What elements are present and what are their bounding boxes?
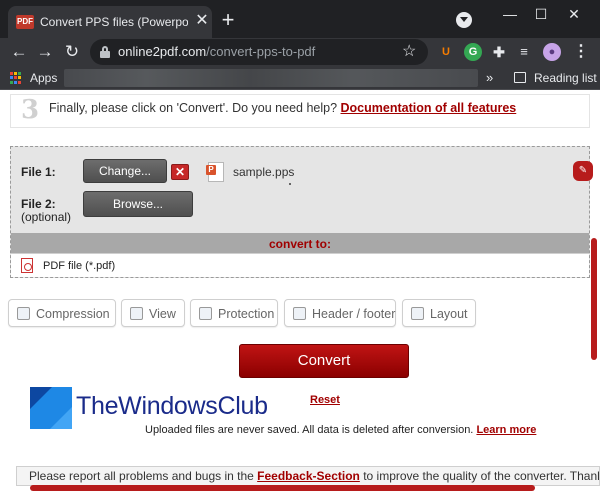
step-3-panel: 3 Finally, please click on 'Convert'. Do… (10, 94, 590, 128)
bookmarks-bar: Apps » Reading list (0, 66, 600, 90)
output-format-label: PDF file (*.pdf) (43, 260, 116, 272)
vertical-scrollbar[interactable] (591, 238, 597, 360)
reload-button[interactable]: ↻ (61, 41, 83, 63)
tab-compression-label: Compression (36, 307, 110, 321)
remove-file-icon[interactable]: ✕ (171, 164, 189, 180)
address-bar[interactable]: online2pdf.com/convert-pps-to-pdf ☆ (90, 39, 428, 65)
close-window-button[interactable]: ✕ (564, 4, 584, 24)
url-text[interactable]: online2pdf.com/convert-pps-to-pdf (118, 44, 315, 59)
header-footer-icon (293, 307, 306, 320)
browser-tab-bar: PDF Convert PPS files (Powerpoint) to ✕ … (0, 0, 600, 38)
tab-layout-label: Layout (430, 307, 468, 321)
convert-to-label: convert to: (268, 237, 331, 251)
separator-dot (289, 183, 291, 185)
back-button[interactable]: ← (8, 41, 30, 63)
convert-to-bar: convert to: (11, 233, 589, 253)
tab-close-icon[interactable]: ✕ (194, 13, 210, 29)
tab-header-footer[interactable]: Header / footer (284, 299, 396, 327)
file-2-label: File 2: (21, 197, 56, 211)
pdf-icon (21, 258, 33, 273)
feedback-text: Please report all problems and bugs in t… (29, 469, 600, 483)
reading-list-button[interactable]: Reading list (534, 71, 597, 85)
reset-link[interactable]: Reset (310, 394, 340, 406)
bookmark-star-icon[interactable]: ☆ (402, 42, 416, 62)
compression-icon (17, 307, 30, 320)
step-instructions: Finally, please click on 'Convert'. Do y… (49, 101, 517, 115)
file-tools-icon[interactable]: ✎ (573, 161, 593, 181)
profile-avatar[interactable]: ● (543, 43, 561, 61)
new-tab-button[interactable]: + (218, 9, 238, 31)
forward-button[interactable]: → (34, 41, 56, 63)
extensions-puzzle-icon[interactable]: ✚ (490, 43, 508, 61)
feedback-link[interactable]: Feedback-Section (257, 469, 360, 483)
tab-search-icon[interactable] (456, 12, 472, 28)
learn-more-link[interactable]: Learn more (476, 424, 536, 436)
tab-title: Convert PPS files (Powerpoint) to (40, 15, 188, 29)
layout-icon (411, 307, 424, 320)
tab-layout[interactable]: Layout (402, 299, 476, 327)
minimize-button[interactable]: — (500, 4, 520, 24)
privacy-notice: Uploaded files are never saved. All data… (145, 424, 537, 436)
documentation-link[interactable]: Documentation of all features (341, 101, 517, 115)
windows-logo-icon (30, 387, 72, 429)
output-format-select[interactable]: PDF file (*.pdf) (11, 253, 589, 277)
convert-button[interactable]: Convert (239, 344, 409, 378)
watermark-text: TheWindowsClub (76, 392, 268, 420)
extension-u-icon[interactable]: U (437, 43, 455, 61)
browser-toolbar: ← → ↻ online2pdf.com/convert-pps-to-pdf … (0, 38, 600, 66)
extension-grammarly-icon[interactable]: G (464, 43, 482, 61)
maximize-button[interactable]: ☐ (531, 4, 551, 24)
feedback-notice: Please report all problems and bugs in t… (16, 466, 600, 486)
selected-file-name: sample.pps (233, 165, 295, 179)
tab-protection[interactable]: Protection (190, 299, 278, 327)
tab-header-footer-label: Header / footer (312, 307, 396, 321)
tab-view[interactable]: View (121, 299, 185, 327)
apps-grid-icon[interactable] (10, 72, 22, 84)
pps-file-icon (206, 162, 224, 182)
tab-view-label: View (149, 307, 176, 321)
more-bookmarks-icon[interactable]: » (486, 69, 493, 87)
file-1-label: File 1: (21, 165, 56, 179)
apps-bookmark[interactable]: Apps (30, 71, 57, 85)
file-upload-panel: File 1: Change... ✕ sample.pps ✎ File 2:… (10, 146, 593, 278)
browser-menu-icon[interactable]: ⋮ (572, 43, 590, 61)
reading-list-icon[interactable] (514, 72, 526, 83)
view-icon (130, 307, 143, 320)
browser-tab[interactable]: PDF Convert PPS files (Powerpoint) to ✕ (8, 6, 212, 38)
horizontal-scrollbar[interactable] (30, 485, 535, 491)
lock-icon[interactable] (100, 46, 110, 58)
tab-protection-label: Protection (218, 307, 275, 321)
step-number: 3 (21, 95, 40, 125)
pdf-favicon-icon: PDF (16, 15, 34, 29)
browse-button[interactable]: Browse... (83, 191, 193, 217)
tab-compression[interactable]: Compression (8, 299, 116, 327)
blurred-bookmarks (64, 69, 478, 87)
file-2-optional: (optional) (21, 210, 72, 224)
lock-icon (199, 307, 212, 320)
media-queue-icon[interactable]: ≡ (515, 43, 533, 61)
change-file-button[interactable]: Change... (83, 159, 167, 183)
